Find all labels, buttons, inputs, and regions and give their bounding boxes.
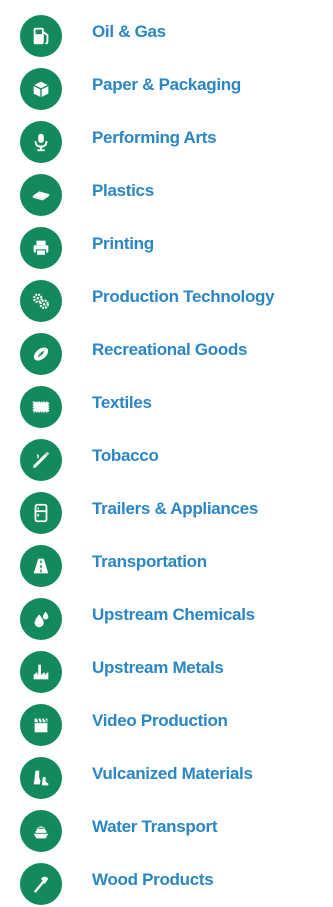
industry-item-paper-packaging[interactable]: Paper & Packaging xyxy=(0,64,333,112)
industry-item-textiles[interactable]: Textiles xyxy=(0,382,333,430)
printer-icon xyxy=(20,227,62,269)
industry-label: Plastics xyxy=(92,181,154,200)
factory-icon xyxy=(20,651,62,693)
industry-label: Textiles xyxy=(92,393,152,412)
industry-label: Vulcanized Materials xyxy=(92,764,253,783)
refrigerator-icon xyxy=(20,492,62,534)
industry-label: Transportation xyxy=(92,552,207,571)
football-icon xyxy=(20,333,62,375)
microphone-icon xyxy=(20,121,62,163)
industry-item-production-technology[interactable]: Production Technology xyxy=(0,276,333,324)
gears-icon xyxy=(20,280,62,322)
ship-icon xyxy=(20,810,62,852)
industry-item-water-transport[interactable]: Water Transport xyxy=(0,806,333,854)
industry-item-upstream-metals[interactable]: Upstream Metals xyxy=(0,647,333,695)
cigarette-icon xyxy=(20,439,62,481)
droplets-icon xyxy=(20,598,62,640)
fabric-icon xyxy=(20,386,62,428)
industry-item-transportation[interactable]: Transportation xyxy=(0,541,333,589)
boots-icon xyxy=(20,757,62,799)
industry-label: Wood Products xyxy=(92,870,214,889)
industry-label: Recreational Goods xyxy=(92,340,248,359)
industry-item-upstream-chemicals[interactable]: Upstream Chemicals xyxy=(0,594,333,642)
industry-item-printing[interactable]: Printing xyxy=(0,223,333,271)
industry-label: Tobacco xyxy=(92,446,159,465)
box-icon xyxy=(20,68,62,110)
fuel-pump-icon xyxy=(20,15,62,57)
industry-label: Oil & Gas xyxy=(92,22,166,41)
road-icon xyxy=(20,545,62,587)
axe-icon xyxy=(20,863,62,905)
industry-item-oil-gas[interactable]: Oil & Gas xyxy=(0,11,333,59)
industry-item-recreational-goods[interactable]: Recreational Goods xyxy=(0,329,333,377)
industry-label: Upstream Metals xyxy=(92,658,224,677)
industry-item-wood-products[interactable]: Wood Products xyxy=(0,859,333,907)
industry-item-performing-arts[interactable]: Performing Arts xyxy=(0,117,333,165)
industry-item-trailers-appliances[interactable]: Trailers & Appliances xyxy=(0,488,333,536)
industry-label: Upstream Chemicals xyxy=(92,605,255,624)
industry-item-plastics[interactable]: Plastics xyxy=(0,170,333,218)
industry-label: Printing xyxy=(92,234,154,253)
industry-label: Water Transport xyxy=(92,817,218,836)
plastic-sheet-icon xyxy=(20,174,62,216)
industry-label: Video Production xyxy=(92,711,228,730)
industry-item-vulcanized-materials[interactable]: Vulcanized Materials xyxy=(0,753,333,801)
industry-label: Production Technology xyxy=(92,287,275,306)
industry-item-tobacco[interactable]: Tobacco xyxy=(0,435,333,483)
clapperboard-icon xyxy=(20,704,62,746)
industry-label: Performing Arts xyxy=(92,128,217,147)
industry-label: Trailers & Appliances xyxy=(92,499,258,518)
industry-item-video-production[interactable]: Video Production xyxy=(0,700,333,748)
industry-label: Paper & Packaging xyxy=(92,75,241,94)
